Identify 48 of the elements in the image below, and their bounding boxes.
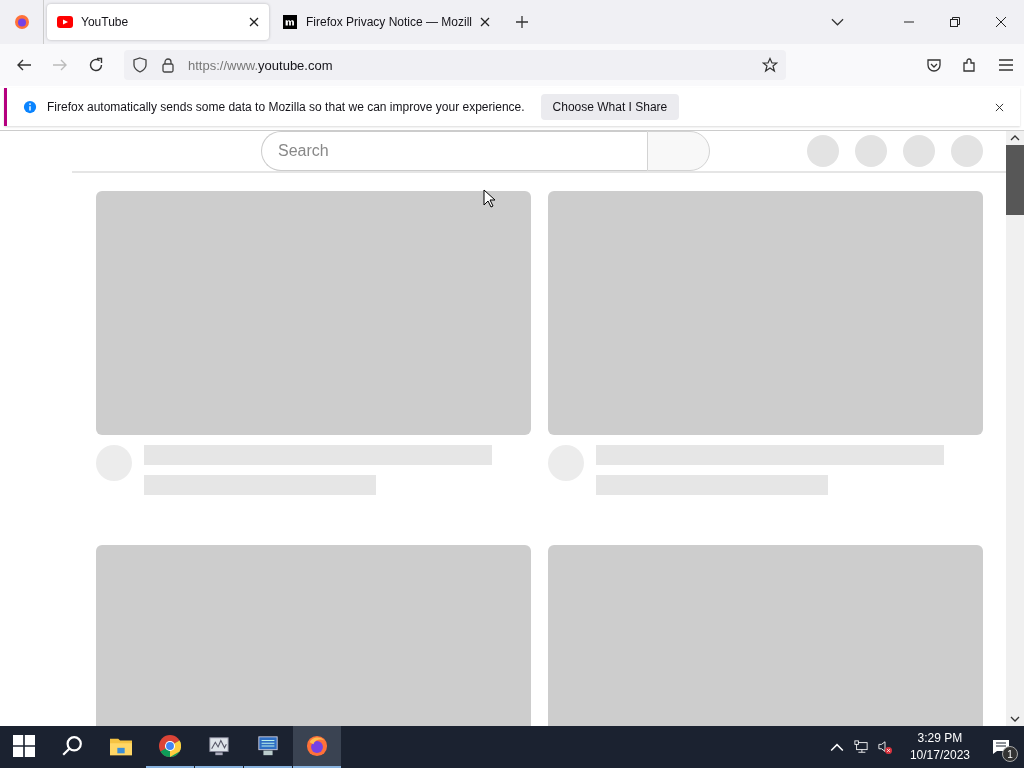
close-icon[interactable]: [995, 102, 1004, 112]
scrollbar-thumb[interactable]: [1006, 145, 1024, 215]
chevron-down-icon[interactable]: [831, 18, 844, 26]
scrollbar[interactable]: [1006, 131, 1024, 726]
browser-tab[interactable]: YouTube: [47, 4, 269, 40]
lock-icon[interactable]: [160, 57, 176, 73]
avatar-placeholder: [903, 135, 935, 167]
reload-icon[interactable]: [88, 57, 104, 73]
plus-icon[interactable]: [516, 16, 529, 28]
server-manager-icon: [257, 735, 279, 757]
close-icon[interactable]: [996, 17, 1006, 27]
clock[interactable]: 3:29 PM 10/17/2023: [901, 726, 978, 768]
restore-icon[interactable]: [950, 17, 960, 27]
menu-icon[interactable]: [998, 57, 1014, 73]
firefox-icon[interactable]: [13, 14, 30, 30]
notification-message: Firefox automatically sends some data to Mozilla so that we can improve your experience.: [47, 100, 525, 114]
avatar-placeholder: [951, 135, 983, 167]
avatar-placeholder: [807, 135, 839, 167]
clock-time: 3:29 PM: [917, 730, 963, 747]
info-icon: [23, 100, 37, 114]
shield-icon[interactable]: [132, 57, 148, 73]
action-center-button[interactable]: 1: [978, 726, 1024, 768]
back-arrow-icon[interactable]: [16, 57, 32, 73]
muted-speaker-icon[interactable]: [877, 740, 892, 754]
close-icon[interactable]: [249, 17, 259, 27]
notification-count: 1: [1002, 746, 1018, 762]
play-logo-icon: [57, 15, 73, 29]
search-icon[interactable]: [61, 735, 83, 757]
windows-start-icon[interactable]: [13, 735, 35, 757]
performance-monitor-icon: [208, 735, 230, 757]
firefox-icon: [306, 735, 328, 757]
url-text: https://www.youtube.com: [188, 57, 333, 73]
clock-date: 10/17/2023: [909, 747, 970, 764]
puzzle-piece-icon[interactable]: [962, 57, 978, 73]
star-icon[interactable]: [762, 57, 778, 73]
choose-what-i-share-button[interactable]: Choose What I Share: [540, 94, 680, 120]
chrome-icon: [159, 735, 181, 757]
tab-title: Firefox Privacy Notice — Mozill: [306, 15, 473, 29]
address-bar[interactable]: https://www.youtube.com: [124, 50, 786, 80]
search-field[interactable]: Search: [261, 131, 647, 171]
pocket-icon[interactable]: [926, 57, 942, 73]
browser-tab[interactable]: Firefox Privacy Notice — Mozill: [272, 4, 501, 40]
mouse-cursor-icon: [483, 189, 495, 208]
network-icon[interactable]: [853, 740, 868, 754]
close-icon[interactable]: [480, 17, 491, 27]
m-logo-icon: [282, 15, 298, 29]
tab-title: YouTube: [81, 15, 130, 29]
avatar-placeholder: [855, 135, 887, 167]
